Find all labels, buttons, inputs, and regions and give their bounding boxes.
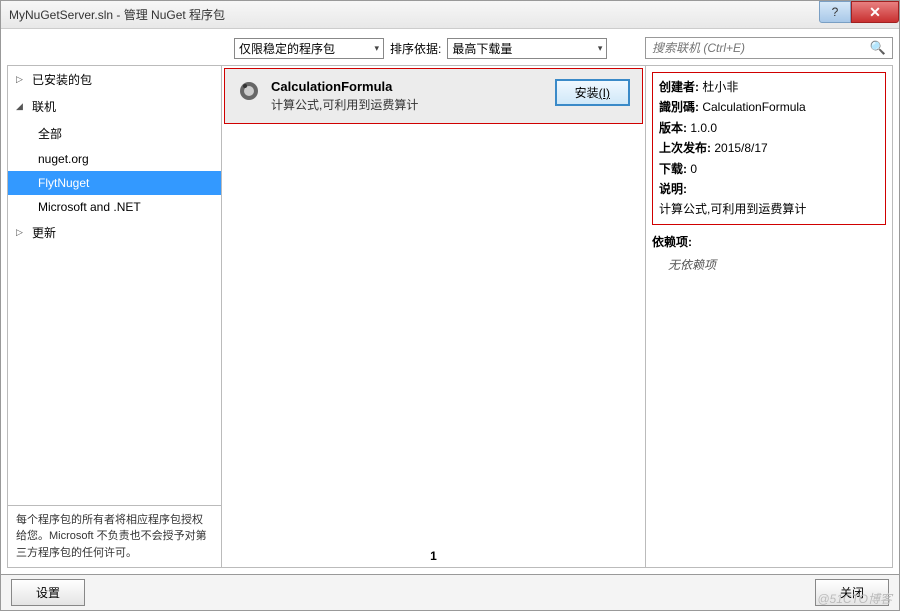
detail-row: 識別碼: CalculationFormula xyxy=(659,97,879,117)
detail-id: CalculationFormula xyxy=(702,100,805,114)
arrow-right-icon: ▷ xyxy=(16,227,26,238)
detail-desc-label: 说明: xyxy=(659,182,687,196)
sidebar-item-label: FlytNuget xyxy=(38,176,89,190)
sidebar-item-label: Microsoft and .NET xyxy=(38,200,141,214)
sidebar-item-msnet[interactable]: Microsoft and .NET xyxy=(8,195,221,219)
detail-creator-label: 创建者: xyxy=(659,80,699,94)
bottom-bar: 设置 关闭 xyxy=(1,574,899,610)
search-icon[interactable]: 🔍 xyxy=(870,40,886,56)
arrow-down-icon: ◢ xyxy=(16,101,26,112)
sidebar-item-label: 联机 xyxy=(32,98,56,115)
install-button[interactable]: 安装(I) xyxy=(555,79,630,106)
help-button[interactable]: ? xyxy=(819,1,851,23)
chevron-down-icon: ▾ xyxy=(374,43,379,54)
detail-row: 下载: 0 xyxy=(659,159,879,179)
window: MyNuGetServer.sln - 管理 NuGet 程序包 ? ✕ 仅限稳… xyxy=(0,0,900,611)
titlebar-buttons: ? ✕ xyxy=(819,1,899,28)
package-desc: 计算公式,可利用到运费算计 xyxy=(271,96,545,113)
sidebar-item-label: 全部 xyxy=(38,125,62,142)
detail-version: 1.0.0 xyxy=(690,121,717,135)
arrow-right-icon: ▷ xyxy=(16,74,26,85)
sidebar-item-online[interactable]: ◢ 联机 xyxy=(8,93,221,120)
main-area: ▷ 已安装的包 ◢ 联机 全部 nuget.org FlytNuget xyxy=(7,65,893,568)
detail-panel: 创建者: 杜小非 識別碼: CalculationFormula 版本: 1.0… xyxy=(645,65,893,568)
sidebar-footer: 每个程序包的所有者将相应程序包授权给您。Microsoft 不负责也不会授予对第… xyxy=(8,505,221,568)
pagination-current: 1 xyxy=(222,545,645,567)
window-title: MyNuGetServer.sln - 管理 NuGet 程序包 xyxy=(9,6,819,23)
sidebar-item-all[interactable]: 全部 xyxy=(8,120,221,147)
settings-button[interactable]: 设置 xyxy=(11,579,85,606)
package-icon xyxy=(237,79,261,103)
detail-row: 说明: xyxy=(659,179,879,199)
titlebar: MyNuGetServer.sln - 管理 NuGet 程序包 ? ✕ xyxy=(1,1,899,29)
package-list: CalculationFormula 计算公式,可利用到运费算计 安装(I) 1 xyxy=(222,65,645,568)
toolbar: 仅限稳定的程序包 ▾ 排序依据: 最高下载量 ▾ 🔍 xyxy=(7,35,893,61)
sidebar-list: ▷ 已安装的包 ◢ 联机 全部 nuget.org FlytNuget xyxy=(8,66,221,505)
search-box[interactable]: 🔍 xyxy=(645,37,893,59)
package-name: CalculationFormula xyxy=(271,79,545,94)
detail-row: 创建者: 杜小非 xyxy=(659,77,879,97)
stable-only-dropdown[interactable]: 仅限稳定的程序包 ▾ xyxy=(234,38,384,59)
stable-only-label: 仅限稳定的程序包 xyxy=(239,40,335,57)
package-item[interactable]: CalculationFormula 计算公式,可利用到运费算计 安装(I) xyxy=(224,68,643,124)
sidebar-item-installed[interactable]: ▷ 已安装的包 xyxy=(8,66,221,93)
detail-id-label: 識別碼: xyxy=(659,100,699,114)
sidebar-item-label: 更新 xyxy=(32,224,56,241)
detail-row: 上次发布: 2015/8/17 xyxy=(659,138,879,158)
sort-value: 最高下载量 xyxy=(452,40,512,57)
detail-deps-none: 无依赖项 xyxy=(652,250,886,273)
detail-published-label: 上次发布: xyxy=(659,141,711,155)
sidebar-item-label: nuget.org xyxy=(38,152,89,166)
sidebar-item-updates[interactable]: ▷ 更新 xyxy=(8,219,221,246)
detail-deps-label: 依赖项: xyxy=(652,233,886,250)
watermark: @51CTO博客 xyxy=(817,590,892,607)
sidebar-item-label: 已安装的包 xyxy=(32,71,92,88)
detail-desc: 计算公式,可利用到运费算计 xyxy=(659,199,879,219)
detail-box: 创建者: 杜小非 識別碼: CalculationFormula 版本: 1.0… xyxy=(652,72,886,225)
sidebar-item-nugetorg[interactable]: nuget.org xyxy=(8,147,221,171)
detail-deps: 依赖项: 无依赖项 xyxy=(652,233,886,273)
sort-by-label: 排序依据: xyxy=(390,40,441,57)
detail-row: 版本: 1.0.0 xyxy=(659,118,879,138)
package-info: CalculationFormula 计算公式,可利用到运费算计 xyxy=(271,79,545,113)
close-window-button[interactable]: ✕ xyxy=(851,1,899,23)
detail-version-label: 版本: xyxy=(659,121,687,135)
detail-published: 2015/8/17 xyxy=(714,141,767,155)
search-input[interactable] xyxy=(652,41,870,55)
sidebar: ▷ 已安装的包 ◢ 联机 全部 nuget.org FlytNuget xyxy=(7,65,222,568)
chevron-down-icon: ▾ xyxy=(598,43,603,54)
sort-dropdown[interactable]: 最高下载量 ▾ xyxy=(447,38,607,59)
detail-creator: 杜小非 xyxy=(702,80,738,94)
detail-downloads-label: 下载: xyxy=(659,162,687,176)
content: 仅限稳定的程序包 ▾ 排序依据: 最高下载量 ▾ 🔍 xyxy=(1,29,899,574)
detail-downloads: 0 xyxy=(690,162,697,176)
sidebar-item-flytnuget[interactable]: FlytNuget xyxy=(8,171,221,195)
